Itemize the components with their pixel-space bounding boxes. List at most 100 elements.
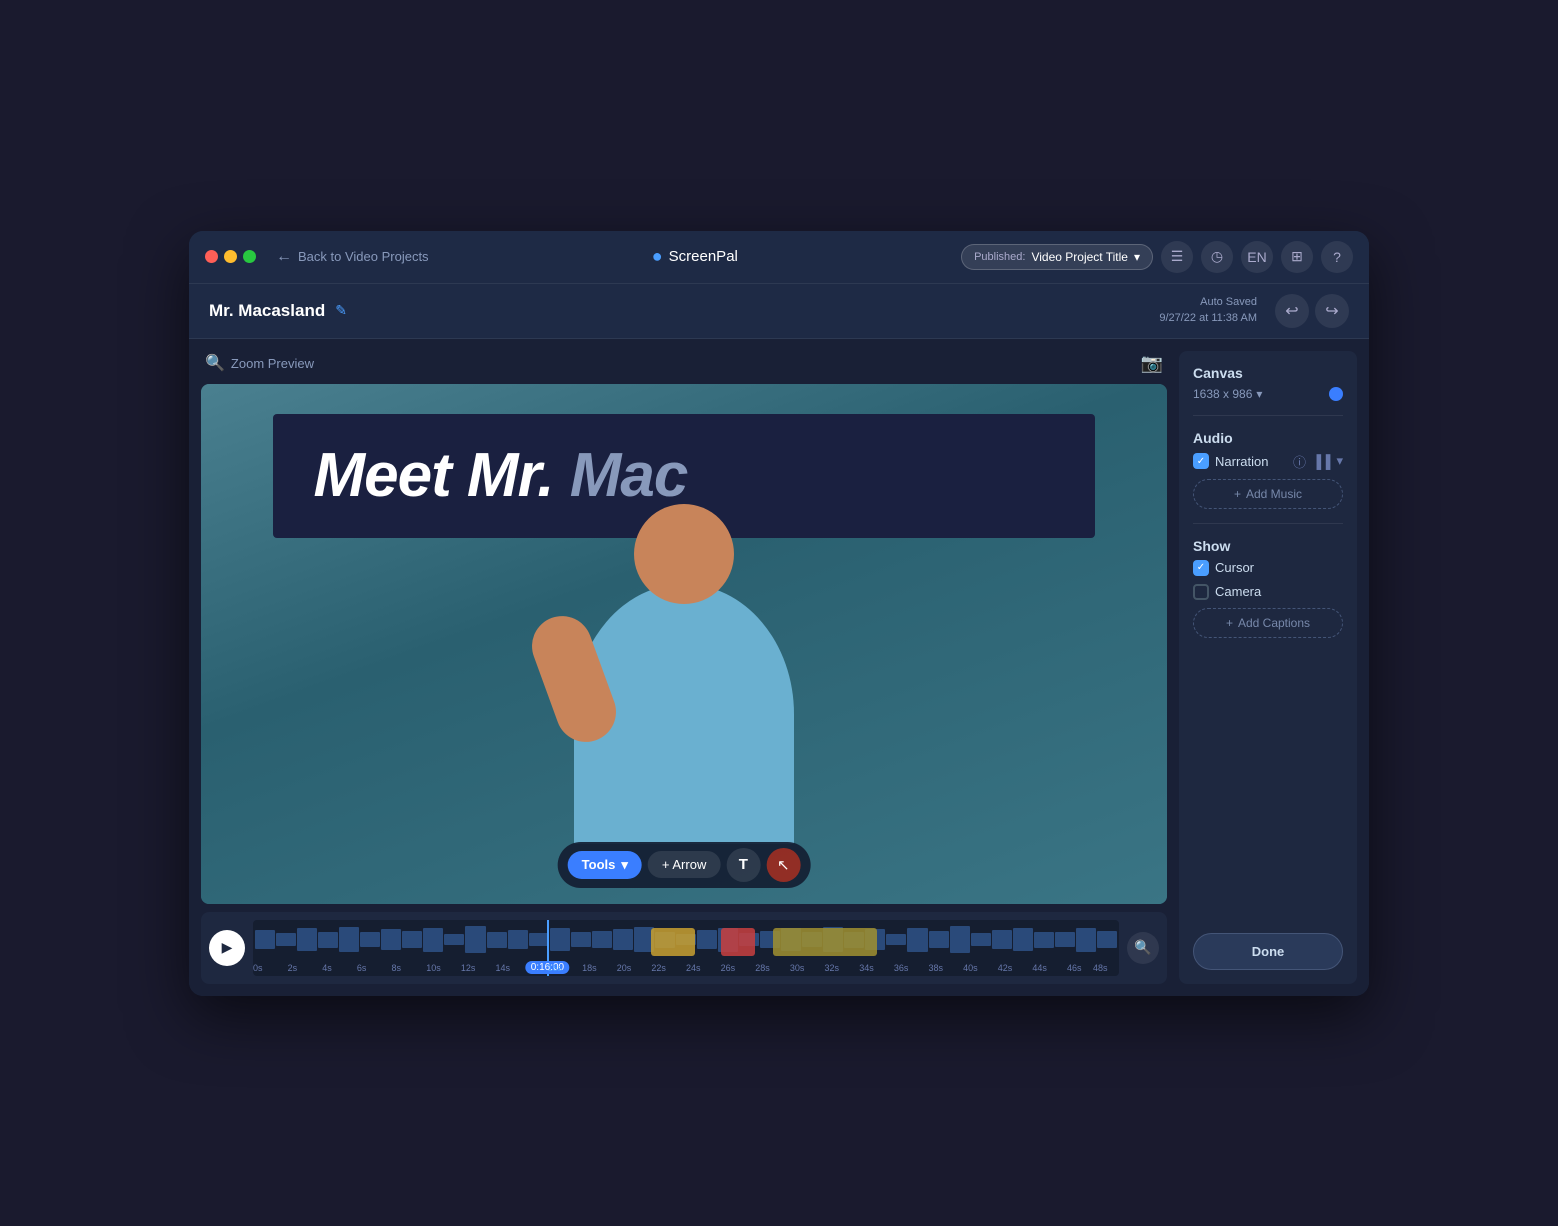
narration-info-icon[interactable]: ⓘ bbox=[1293, 452, 1306, 471]
edit-project-name-icon[interactable]: ✎ bbox=[335, 302, 347, 319]
camera-checkbox[interactable] bbox=[1193, 584, 1209, 600]
narration-volume-icon[interactable]: ▐▐ bbox=[1312, 454, 1330, 469]
publish-button[interactable]: Published: Video Project Title ▾ bbox=[961, 244, 1153, 270]
project-name-area: Mr. Macasland ✎ bbox=[209, 301, 347, 321]
divider-2 bbox=[1193, 523, 1343, 524]
canvas-color-indicator[interactable] bbox=[1329, 387, 1343, 401]
narration-checkbox[interactable]: ✓ bbox=[1193, 453, 1209, 469]
tools-label: Tools bbox=[582, 857, 616, 872]
ruler-22s: 22s bbox=[651, 963, 666, 973]
narration-expand-icon[interactable]: ▾ bbox=[1336, 453, 1343, 469]
waveform-bar bbox=[1076, 928, 1096, 952]
canvas-size: 1638 x 986 ▾ bbox=[1193, 387, 1262, 401]
clock-icon-button[interactable]: ◷ bbox=[1201, 241, 1233, 273]
video-title-text: Meet Mr. Mac bbox=[313, 442, 1054, 510]
waveform-bar bbox=[339, 927, 359, 953]
narration-label: Narration bbox=[1215, 454, 1287, 469]
camera-label: Camera bbox=[1215, 584, 1343, 599]
waveform-bar bbox=[571, 932, 591, 946]
waveform-bar bbox=[592, 931, 612, 949]
minimize-button[interactable] bbox=[224, 250, 237, 263]
add-captions-label: Add Captions bbox=[1238, 616, 1310, 630]
main-content: 🔍 Zoom Preview 📷 Meet Mr. Mac bbox=[189, 339, 1369, 996]
timeline-segment-gold[interactable] bbox=[773, 928, 877, 956]
canvas-title: Canvas bbox=[1193, 365, 1343, 381]
auto-saved-label: Auto Saved bbox=[1159, 295, 1257, 310]
timeline-area: ▶ bbox=[201, 912, 1167, 984]
language-button[interactable]: EN bbox=[1241, 241, 1273, 273]
layers-icon-button[interactable]: ⊞ bbox=[1281, 241, 1313, 273]
ruler-24s: 24s bbox=[686, 963, 701, 973]
audio-title: Audio bbox=[1193, 430, 1343, 446]
waveform-bar bbox=[886, 934, 906, 945]
timeline-track[interactable]: 0:16:00 0s 2s 4s 6s 8s 10s 12s 14s 16s 1… bbox=[253, 920, 1119, 976]
narration-icons: ⓘ ▐▐ ▾ bbox=[1293, 452, 1343, 471]
waveform-bar bbox=[508, 930, 528, 949]
zoom-icon: 🔍 bbox=[205, 353, 225, 373]
waveform-bar bbox=[550, 928, 570, 950]
add-captions-icon: + bbox=[1226, 616, 1233, 630]
add-music-icon: + bbox=[1234, 487, 1241, 501]
ruler-4s: 4s bbox=[322, 963, 332, 973]
ruler-2s: 2s bbox=[288, 963, 298, 973]
text-tool-button[interactable]: T bbox=[726, 848, 760, 882]
waveform-bar bbox=[1034, 932, 1054, 948]
timeline-segment-yellow[interactable] bbox=[651, 928, 694, 956]
auto-saved-time: 9/27/22 at 11:38 AM bbox=[1159, 311, 1257, 326]
waveform-bar bbox=[992, 930, 1012, 949]
project-bar: Mr. Macasland ✎ Auto Saved 9/27/22 at 11… bbox=[189, 284, 1369, 339]
undo-button[interactable]: ↩ bbox=[1275, 294, 1309, 328]
publish-title: Video Project Title bbox=[1031, 250, 1128, 264]
add-captions-button[interactable]: + Add Captions bbox=[1193, 608, 1343, 638]
search-timeline-button[interactable]: 🔍 bbox=[1127, 932, 1159, 964]
ruler-46s: 46s bbox=[1067, 963, 1082, 973]
waveform-bar bbox=[276, 933, 296, 946]
person-head bbox=[634, 504, 734, 604]
divider bbox=[1193, 415, 1343, 416]
canvas-size-value: 1638 x 986 bbox=[1193, 387, 1252, 401]
show-title: Show bbox=[1193, 538, 1343, 554]
tools-dropdown-button[interactable]: Tools ▾ bbox=[568, 851, 642, 879]
app-name: ScreenPal bbox=[669, 248, 738, 265]
app-title: ● ScreenPal bbox=[441, 246, 950, 267]
help-icon-button[interactable]: ? bbox=[1321, 241, 1353, 273]
person-illustration bbox=[524, 504, 844, 844]
back-button[interactable]: ← Back to Video Projects bbox=[276, 248, 429, 266]
canvas-size-chevron-icon: ▾ bbox=[1256, 387, 1262, 401]
ruler-0s: 0s bbox=[253, 963, 263, 973]
close-button[interactable] bbox=[205, 250, 218, 263]
waveform-bar bbox=[529, 933, 549, 946]
waveform-bar bbox=[465, 926, 485, 953]
add-music-button[interactable]: + Add Music bbox=[1193, 479, 1343, 509]
cursor-checkbox[interactable]: ✓ bbox=[1193, 560, 1209, 576]
waveform-bar bbox=[381, 929, 401, 950]
ruler-14s: 14s bbox=[495, 963, 510, 973]
back-arrow-icon: ← bbox=[276, 248, 292, 266]
screenshot-icon[interactable]: 📷 bbox=[1141, 353, 1163, 374]
maximize-button[interactable] bbox=[243, 250, 256, 263]
app-window: ← Back to Video Projects ● ScreenPal Pub… bbox=[189, 231, 1369, 996]
ruler-44s: 44s bbox=[1032, 963, 1047, 973]
title-bar: ← Back to Video Projects ● ScreenPal Pub… bbox=[189, 231, 1369, 284]
ruler-32s: 32s bbox=[825, 963, 840, 973]
list-icon-button[interactable]: ☰ bbox=[1161, 241, 1193, 273]
done-button[interactable]: Done bbox=[1193, 933, 1343, 970]
redo-button[interactable]: ↪ bbox=[1315, 294, 1349, 328]
ruler-42s: 42s bbox=[998, 963, 1013, 973]
canvas-section: Canvas 1638 x 986 ▾ bbox=[1193, 365, 1343, 401]
cursor-icon: ↖ bbox=[777, 856, 790, 874]
title-bar-actions: Published: Video Project Title ▾ ☰ ◷ EN … bbox=[961, 241, 1353, 273]
waveform-bar bbox=[950, 926, 970, 953]
timeline-segment-red[interactable] bbox=[721, 928, 756, 956]
editor-area: 🔍 Zoom Preview 📷 Meet Mr. Mac bbox=[201, 351, 1167, 984]
timeline-ruler: 0s 2s 4s 6s 8s 10s 12s 14s 16s 18s 20s 2… bbox=[253, 960, 1119, 976]
waveform-bar bbox=[423, 928, 443, 952]
ruler-36s: 36s bbox=[894, 963, 909, 973]
play-button[interactable]: ▶ bbox=[209, 930, 245, 966]
waveform-bar bbox=[971, 933, 991, 946]
text-icon: T bbox=[739, 856, 748, 873]
cursor-tool-button[interactable]: ↖ bbox=[766, 848, 800, 882]
arrow-tool-button[interactable]: + Arrow bbox=[648, 851, 720, 878]
waveform-bar bbox=[402, 931, 422, 949]
waveform-bar bbox=[1055, 932, 1075, 946]
